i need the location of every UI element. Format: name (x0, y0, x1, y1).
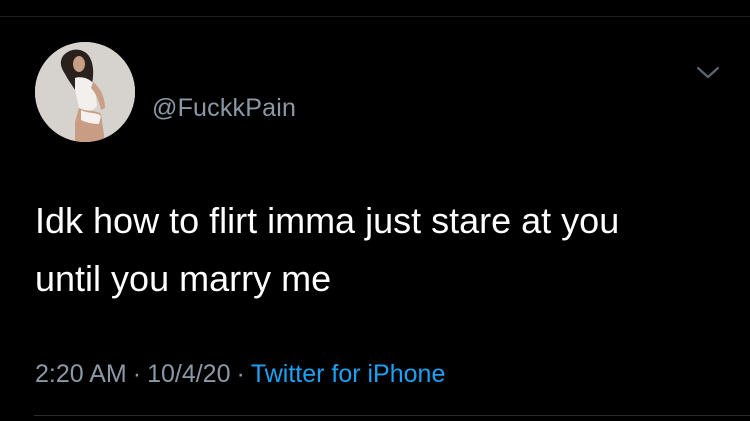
tweet-text: Idk how to flirt imma just stare at you … (35, 200, 620, 299)
tweet-time[interactable]: 2:20 AM (35, 360, 127, 388)
tweet-metadata: 2:20 AM · 10/4/20 · Twitter for iPhone (35, 358, 445, 390)
tweet-date[interactable]: 10/4/20 (147, 360, 230, 388)
meta-separator: · (236, 360, 245, 388)
avatar[interactable] (35, 42, 135, 142)
bottom-divider (34, 415, 750, 416)
top-divider (0, 16, 750, 17)
username[interactable]: @FuckkPain (152, 93, 296, 123)
tweet-source-link[interactable]: Twitter for iPhone (251, 360, 446, 388)
avatar-photo (35, 42, 135, 142)
meta-separator: · (132, 360, 142, 388)
chevron-down-icon[interactable] (694, 60, 722, 84)
